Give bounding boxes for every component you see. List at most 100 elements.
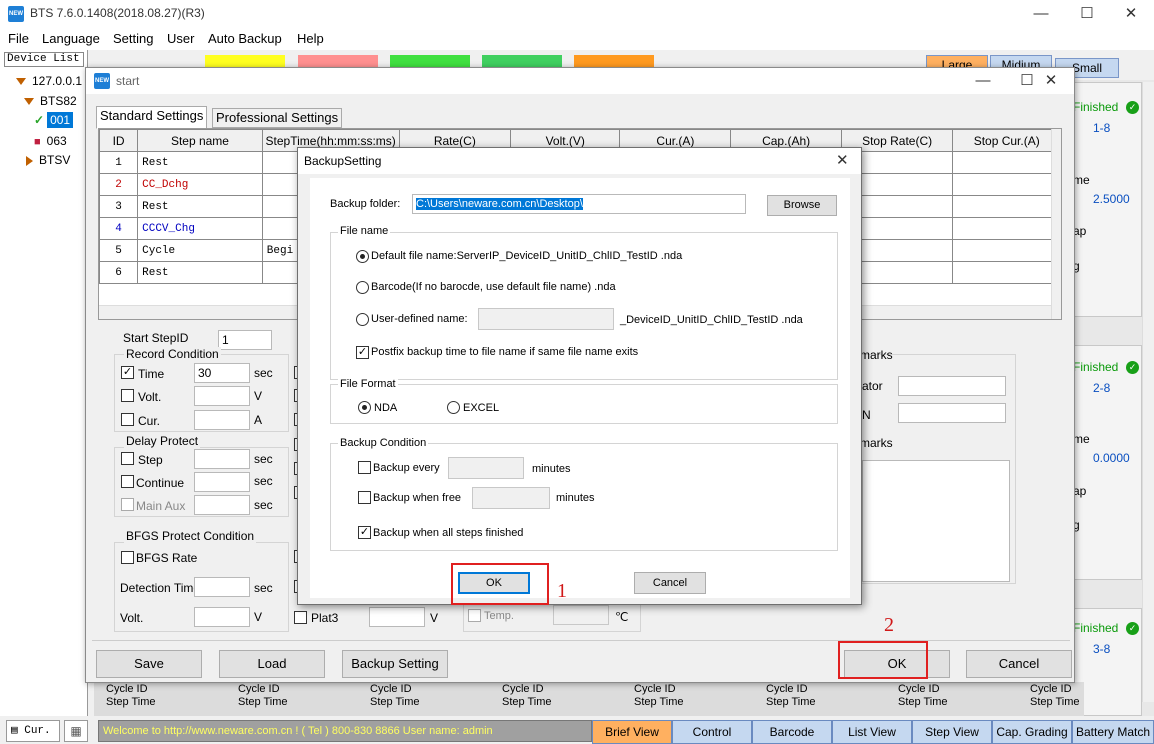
start-step-spinner[interactable]: 1 bbox=[218, 330, 272, 350]
browse-button[interactable]: Browse bbox=[767, 195, 837, 216]
tree-node-ip[interactable]: 127.0.0.1 bbox=[16, 74, 82, 88]
radio-default-name[interactable] bbox=[356, 250, 369, 263]
backup-every-checkbox[interactable] bbox=[358, 461, 371, 474]
time-checkbox[interactable]: ✓ bbox=[121, 366, 134, 379]
continue-unit: sec bbox=[254, 474, 273, 488]
start-cancel-button[interactable]: Cancel bbox=[966, 650, 1072, 678]
temp-label: Temp. bbox=[484, 610, 514, 622]
cur-input[interactable] bbox=[194, 410, 250, 430]
step-checkbox[interactable] bbox=[121, 452, 134, 465]
temp-checkbox[interactable] bbox=[468, 609, 481, 622]
user-defined-suffix: _DeviceID_UnitID_ChlID_TestID .nda bbox=[620, 314, 803, 326]
backup-setting-button[interactable]: Backup Setting bbox=[342, 650, 448, 678]
col-header[interactable]: ID bbox=[99, 129, 139, 152]
main-aux-checkbox[interactable] bbox=[121, 498, 134, 511]
file-format-title: File Format bbox=[338, 378, 398, 390]
default-name-label: Default file name:ServerIP_DeviceID_Unit… bbox=[371, 250, 683, 262]
tree-node-bts82[interactable]: BTS82 bbox=[24, 94, 77, 108]
cur-checkbox[interactable] bbox=[121, 413, 134, 426]
tab-battery-match[interactable]: Battery Match bbox=[1072, 720, 1154, 744]
tab-cap-grading[interactable]: Cap. Grading bbox=[992, 720, 1072, 744]
plat3-checkbox[interactable] bbox=[294, 611, 307, 624]
dialog-cancel-button[interactable]: Cancel bbox=[634, 572, 706, 594]
step-delay-input[interactable] bbox=[194, 449, 250, 469]
close-icon[interactable]: ✕ bbox=[1108, 0, 1154, 28]
sn-input[interactable] bbox=[898, 403, 1006, 423]
user-defined-input[interactable] bbox=[478, 308, 614, 330]
dialog-title-bar: BackupSetting ✕ bbox=[298, 148, 861, 174]
table-vscroll[interactable] bbox=[1051, 129, 1061, 319]
bfgs-volt-input[interactable] bbox=[194, 607, 250, 627]
check-icon: ✓ bbox=[1126, 361, 1139, 374]
maximize-icon[interactable]: ☐ bbox=[1064, 0, 1110, 28]
main-aux-label: Main Aux bbox=[136, 499, 186, 513]
volt-checkbox[interactable] bbox=[121, 389, 134, 402]
backup-every-unit: minutes bbox=[532, 463, 571, 475]
tab-standard-settings[interactable]: Standard Settings bbox=[96, 106, 208, 129]
current-tab-button[interactable]: ▤ Cur. bbox=[6, 720, 60, 742]
history-icon[interactable]: ▦ bbox=[64, 720, 88, 742]
radio-excel[interactable] bbox=[447, 401, 460, 414]
menu-user[interactable]: User bbox=[167, 31, 194, 46]
tab-brief-view[interactable]: Brief View bbox=[592, 720, 672, 744]
backup-free-checkbox[interactable] bbox=[358, 491, 371, 504]
detection-time-input[interactable] bbox=[194, 577, 250, 597]
backup-all-steps-checkbox[interactable]: ✓ bbox=[358, 526, 371, 539]
col-header[interactable]: Stop Cur.(A) bbox=[952, 129, 1061, 152]
tab-control[interactable]: Control bbox=[672, 720, 752, 744]
save-button[interactable]: Save bbox=[96, 650, 202, 678]
postfix-label: Postfix backup time to file name if same… bbox=[371, 346, 639, 358]
minimize-icon[interactable]: — bbox=[960, 67, 1006, 95]
volt-input[interactable] bbox=[194, 386, 250, 406]
app-logo-icon: NEW bbox=[8, 6, 24, 22]
backup-every-input[interactable] bbox=[448, 457, 524, 479]
radio-nda[interactable] bbox=[358, 401, 371, 414]
sn-label: N bbox=[862, 408, 871, 422]
backup-free-input[interactable] bbox=[472, 487, 550, 509]
close-icon[interactable]: ✕ bbox=[1028, 67, 1074, 95]
col-header[interactable]: Step name bbox=[137, 129, 263, 152]
menu-setting[interactable]: Setting bbox=[113, 31, 153, 46]
radio-barcode[interactable] bbox=[356, 281, 369, 294]
time-input[interactable]: 30 bbox=[194, 363, 250, 383]
vertical-scrollbar[interactable] bbox=[1142, 82, 1154, 702]
continue-input[interactable] bbox=[194, 472, 250, 492]
tab-professional-settings[interactable]: Professional Settings bbox=[212, 108, 343, 128]
plat3-input[interactable] bbox=[369, 607, 425, 627]
check-icon: ✓ bbox=[1126, 101, 1139, 114]
plat3-label: Plat3 bbox=[311, 611, 339, 625]
detection-time-label: Detection Time bbox=[120, 581, 201, 595]
tree-node-channel-001[interactable]: ✓ 001 bbox=[34, 112, 74, 128]
remarks-textarea[interactable] bbox=[862, 460, 1010, 582]
app-title: BTS 7.6.0.1408(2018.08.27)(R3) bbox=[30, 6, 205, 20]
postfix-checkbox[interactable]: ✓ bbox=[356, 346, 369, 359]
tab-barcode[interactable]: Barcode bbox=[752, 720, 832, 744]
load-button[interactable]: Load bbox=[219, 650, 325, 678]
tree-node-btsv[interactable]: BTSV bbox=[26, 153, 70, 167]
temp-input[interactable] bbox=[553, 605, 609, 625]
backup-folder-input[interactable]: C:\Users\neware.com.cn\Desktop\ bbox=[412, 194, 746, 214]
tree-node-channel-063[interactable]: ■ 063 bbox=[34, 134, 67, 148]
welcome-status: Welcome to http://www.neware.com.cn ! ( … bbox=[98, 720, 592, 742]
bfgs-rate-checkbox[interactable] bbox=[121, 551, 134, 564]
operator-input[interactable] bbox=[898, 376, 1006, 396]
tab-list-view[interactable]: List View bbox=[832, 720, 912, 744]
menu-language[interactable]: Language bbox=[42, 31, 100, 46]
menu-help[interactable]: Help bbox=[297, 31, 324, 46]
main-aux-unit: sec bbox=[254, 498, 273, 512]
menu-file[interactable]: File bbox=[8, 31, 29, 46]
tab-step-view[interactable]: Step View bbox=[912, 720, 992, 744]
nda-label: NDA bbox=[374, 402, 398, 414]
menu-auto-backup[interactable]: Auto Backup bbox=[208, 31, 282, 46]
minimize-icon[interactable]: — bbox=[1018, 0, 1064, 28]
continue-checkbox[interactable] bbox=[121, 475, 134, 488]
step-unit: sec bbox=[254, 452, 273, 466]
main-aux-input[interactable] bbox=[194, 495, 250, 515]
close-icon[interactable]: ✕ bbox=[836, 151, 849, 169]
annotation-box-2 bbox=[838, 641, 928, 679]
backup-setting-dialog: BackupSetting ✕ Backup folder: C:\Users\… bbox=[297, 147, 862, 605]
excel-label: EXCEL bbox=[463, 402, 500, 414]
backup-all-steps-label: Backup when all steps finished bbox=[373, 527, 524, 539]
bfgs-title: BFGS Protect Condition bbox=[124, 529, 257, 543]
radio-user-defined[interactable] bbox=[356, 313, 369, 326]
